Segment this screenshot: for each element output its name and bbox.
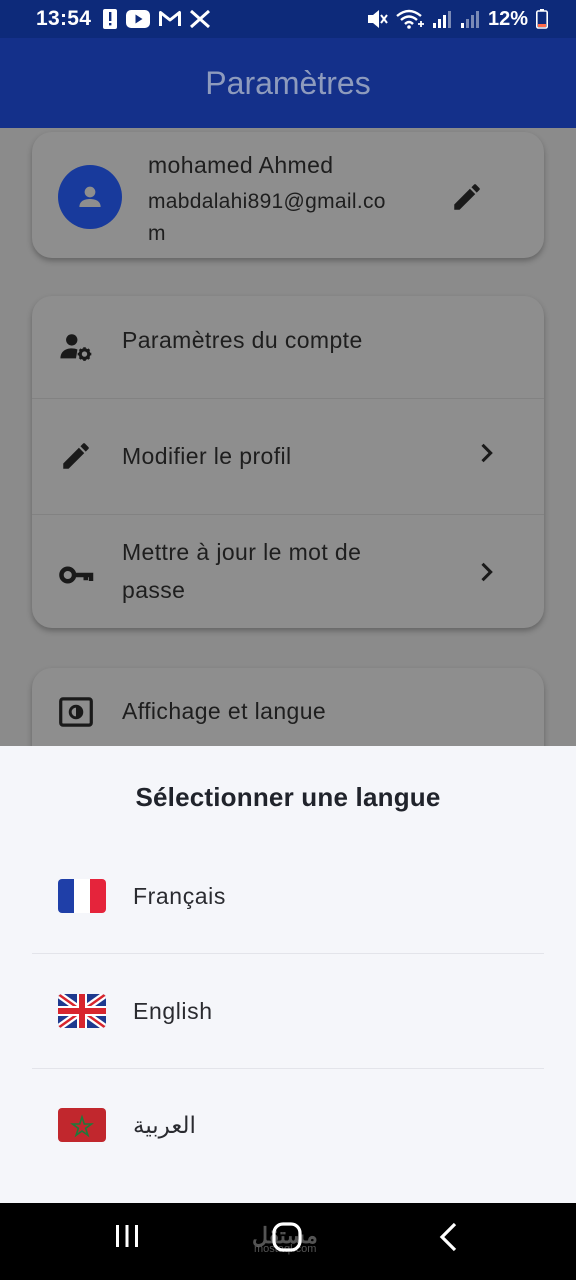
language-label: العربية [133, 1111, 196, 1138]
recent-apps-icon [116, 1225, 138, 1247]
brightness-icon [58, 694, 94, 730]
edit-profile-row[interactable]: Modifier le profil [32, 399, 544, 514]
chevron-right-icon [472, 558, 500, 591]
update-password-row[interactable]: Mettre à jour le mot de passe [32, 515, 544, 628]
back-button[interactable] [434, 1221, 464, 1253]
morocco-flag-icon [58, 1108, 106, 1142]
update-password-label: Mettre à jour le mot de passe [122, 539, 362, 603]
notification-icons [103, 9, 211, 29]
profile-email: mabdalahi891@gmail.com [148, 190, 386, 245]
language-option-arabic[interactable]: العربية [32, 1068, 544, 1182]
back-icon [439, 1222, 457, 1252]
home-icon [272, 1222, 302, 1252]
alert-icon [103, 9, 118, 29]
youtube-icon [126, 10, 151, 28]
battery-icon [536, 9, 548, 29]
wifi-icon [396, 9, 424, 29]
edit-profile-label: Modifier le profil [122, 443, 292, 469]
pencil-icon [58, 438, 94, 474]
key-icon [58, 557, 94, 593]
pencil-icon [454, 184, 480, 210]
account-settings-card: Paramètres du compte Modifier le profil … [32, 296, 544, 628]
avatar [58, 165, 122, 229]
account-settings-header[interactable]: Paramètres du compte [32, 296, 544, 398]
language-label: Français [133, 882, 226, 909]
home-button[interactable] [271, 1221, 303, 1253]
app-bar: Paramètres [0, 38, 576, 128]
battery-percent: 12% [487, 7, 528, 30]
profile-name: mohamed Ahmed [148, 152, 334, 178]
france-flag-icon [58, 879, 106, 913]
navigation-bar: مستقل mostaql.com [0, 1203, 576, 1280]
chevron-right-icon [472, 439, 500, 472]
edit-profile-button[interactable] [450, 180, 484, 219]
x-icon [190, 10, 211, 28]
language-bottom-sheet: Sélectionner une langue Français English… [0, 746, 576, 1203]
page-title: Paramètres [205, 64, 371, 101]
uk-flag-icon [58, 994, 106, 1028]
status-bar: 13:54 12% [0, 0, 576, 38]
display-language-card[interactable]: Affichage et langue [32, 668, 544, 746]
settings-content: mohamed Ahmed mabdalahi891@gmail.com Par… [0, 128, 576, 746]
language-option-french[interactable]: Français [32, 839, 544, 953]
sheet-title: Sélectionner une langue [135, 782, 441, 812]
account-settings-label: Paramètres du compte [122, 327, 363, 353]
language-option-english[interactable]: English [32, 954, 544, 1068]
person-icon [79, 186, 101, 207]
mute-icon [367, 10, 388, 28]
language-label: English [133, 997, 213, 1024]
signal-icon [432, 11, 451, 28]
signal-icon [460, 11, 479, 28]
status-time: 13:54 [36, 7, 92, 30]
account-settings-icon [58, 329, 94, 365]
recent-apps-button[interactable] [112, 1221, 142, 1251]
display-language-label: Affichage et langue [122, 698, 327, 724]
gmail-icon [159, 11, 182, 26]
profile-card[interactable]: mohamed Ahmed mabdalahi891@gmail.com [32, 132, 544, 258]
